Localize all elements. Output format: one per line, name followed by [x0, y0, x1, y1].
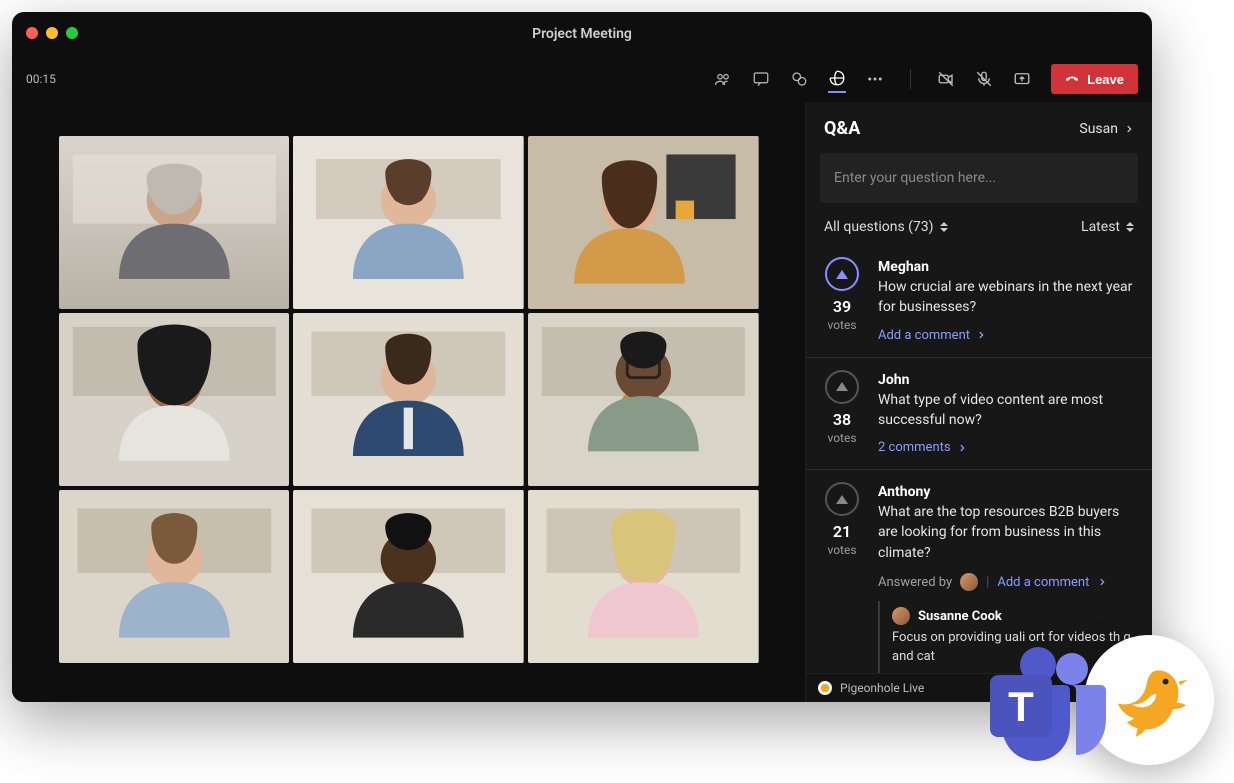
chat-icon[interactable] [752, 70, 770, 88]
question-text: How crucial are webinars in the next yea… [878, 277, 1138, 318]
upvote-icon [836, 382, 848, 391]
qa-user-menu[interactable]: Susan [1079, 121, 1134, 137]
vote-column: 39 votes [820, 257, 864, 343]
upvote-button[interactable] [825, 257, 859, 291]
sort-label: Latest [1081, 219, 1120, 235]
question-item: 38 votes John What type of video content ar… [806, 357, 1152, 470]
camera-off-icon[interactable] [937, 70, 955, 88]
qa-panel: Q&A Susan Enter your question here... Al… [805, 102, 1152, 702]
svg-text:T: T [1008, 683, 1034, 730]
chevron-right-icon [1097, 577, 1107, 587]
toolbar-divider [910, 69, 911, 89]
qa-title: Q&A [824, 118, 860, 139]
vote-count: 39 [833, 297, 851, 316]
sort-latest[interactable]: Latest [1081, 219, 1134, 235]
upvote-icon [836, 270, 848, 279]
participant-tile[interactable] [293, 313, 524, 486]
question-author: Anthony [878, 484, 1138, 500]
window-title: Project Meeting [532, 26, 632, 42]
answered-by-row: Answered by|Add a comment [878, 573, 1138, 591]
question-item: 39 votes Meghan How crucial are webinars in… [806, 245, 1152, 357]
mic-off-icon[interactable] [975, 70, 993, 88]
minimize-icon[interactable] [46, 27, 58, 39]
footer-brand: Pigeonhole Live [840, 681, 924, 695]
sort-caret-icon [1126, 222, 1134, 232]
votes-label: votes [827, 431, 856, 445]
ms-teams-badge: T [982, 635, 1112, 765]
filter-all-questions[interactable]: All questions (73) [824, 219, 948, 235]
participant-tile[interactable] [293, 490, 524, 663]
participant-tile[interactable] [528, 136, 759, 309]
meeting-window: Project Meeting 00:15 [12, 12, 1152, 702]
upvote-button[interactable] [825, 482, 859, 516]
pigeonhole-logo-icon [818, 681, 832, 695]
question-author: Meghan [878, 259, 1138, 275]
vote-column: 38 votes [820, 370, 864, 456]
question-text: What type of video content are most succ… [878, 390, 1138, 431]
leave-button[interactable]: Leave [1051, 64, 1138, 94]
chevron-right-icon [957, 443, 967, 453]
votes-label: votes [827, 318, 856, 332]
comments-link[interactable]: 2 comments [878, 440, 1138, 455]
avatar [960, 573, 978, 591]
upvote-icon [836, 495, 848, 504]
filter-label: All questions (73) [824, 219, 934, 235]
question-input[interactable]: Enter your question here... [820, 153, 1138, 203]
participant-tile[interactable] [59, 136, 290, 309]
participant-tile[interactable] [59, 313, 290, 486]
add-comment-link[interactable]: Add a comment [997, 575, 1089, 590]
participant-tile[interactable] [528, 313, 759, 486]
question-list: 39 votes Meghan How crucial are webinars in… [806, 241, 1152, 673]
participant-tile[interactable] [293, 136, 524, 309]
reactions-icon[interactable] [790, 70, 808, 88]
vote-count: 38 [833, 410, 851, 429]
video-grid [59, 136, 759, 663]
avatar [892, 607, 910, 625]
question-text: What are the top resources B2B buyers ar… [878, 502, 1138, 563]
share-screen-icon[interactable] [1013, 70, 1031, 88]
vote-count: 21 [833, 522, 851, 541]
sort-caret-icon [940, 222, 948, 232]
maximize-icon[interactable] [66, 27, 78, 39]
window-controls [26, 27, 78, 39]
question-placeholder: Enter your question here... [834, 170, 996, 186]
participant-tile[interactable] [528, 490, 759, 663]
question-body: Meghan How crucial are webinars in the ne… [878, 257, 1138, 343]
meeting-timer: 00:15 [26, 72, 56, 86]
participant-tile[interactable] [59, 490, 290, 663]
vote-column: 21 votes [820, 482, 864, 673]
chevron-right-icon [976, 330, 986, 340]
chevron-right-icon [1124, 124, 1134, 134]
more-icon[interactable] [866, 70, 884, 88]
video-grid-area [12, 102, 805, 702]
question-author: John [878, 372, 1138, 388]
meeting-toolbar: 00:15 [12, 56, 1152, 103]
leave-label: Leave [1087, 72, 1124, 87]
upvote-button[interactable] [825, 370, 859, 404]
answer-author: Susanne Cook [892, 607, 1138, 625]
qa-user-name: Susan [1079, 121, 1118, 137]
hangup-icon [1065, 72, 1079, 86]
people-icon[interactable] [714, 70, 732, 88]
brand-badges: T [982, 635, 1214, 765]
close-icon[interactable] [26, 27, 38, 39]
votes-label: votes [827, 543, 856, 557]
titlebar: Project Meeting [12, 12, 1152, 56]
add-comment-link[interactable]: Add a comment [878, 328, 1138, 343]
apps-icon[interactable] [828, 69, 846, 93]
question-body: John What type of video content are most … [878, 370, 1138, 456]
